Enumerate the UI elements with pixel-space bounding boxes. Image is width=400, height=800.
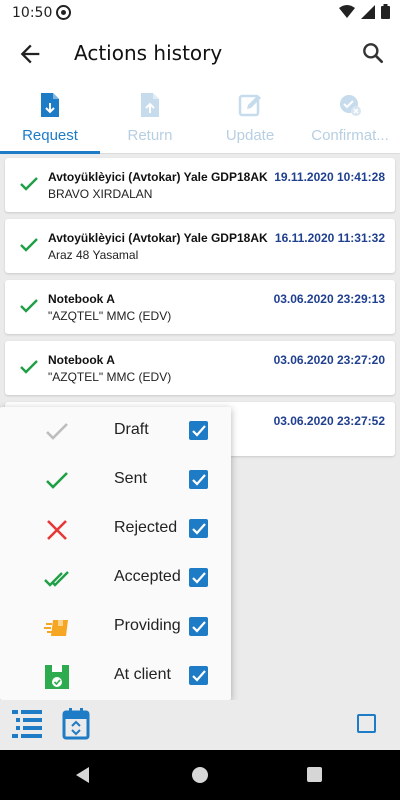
nav-home-icon[interactable] xyxy=(192,767,208,783)
item-location: Araz 48 Yasamal xyxy=(48,248,139,262)
list-item[interactable]: Avtoyüklèyici (Avtokar) Yale GDP18AK BRA… xyxy=(5,158,395,212)
delivery-box-icon xyxy=(44,620,68,636)
list-item[interactable]: Notebook A "AZQTEL" MMC (EDV) 03.06.2020… xyxy=(5,280,395,334)
filter-row-accepted[interactable]: Accepted xyxy=(0,554,231,603)
status-time: 10:50 xyxy=(12,5,53,21)
app-notification-icon xyxy=(56,5,71,20)
filter-label: Draft xyxy=(114,421,149,438)
filter-row-sent[interactable]: Sent xyxy=(0,456,231,505)
filter-checkbox[interactable] xyxy=(189,519,208,538)
sent-check-icon xyxy=(20,177,38,191)
item-date: 16.11.2020 11:31:32 xyxy=(274,231,385,245)
tab-request-label: Request xyxy=(22,127,78,144)
filter-checkbox[interactable] xyxy=(189,666,208,685)
tab-return-label: Return xyxy=(127,127,173,144)
filter-label: Rejected xyxy=(114,519,178,536)
signal-icon xyxy=(361,4,375,19)
item-name: Notebook A xyxy=(48,292,115,306)
filter-row-draft[interactable]: Draft xyxy=(0,407,231,456)
select-all-checkbox[interactable] xyxy=(357,714,376,733)
sent-check-icon xyxy=(20,360,38,374)
tab-bar: Request Return Update Confirmat... xyxy=(0,82,400,154)
battery-icon xyxy=(381,4,390,19)
item-location: "AZQTEL" MMC (EDV) xyxy=(48,309,172,323)
item-date: 03.06.2020 23:29:13 xyxy=(273,292,385,306)
item-name: Avtoyüklèyici (Avtokar) Yale GDP18AK xyxy=(48,231,268,245)
status-indicators xyxy=(339,4,390,19)
item-date: 03.06.2020 23:27:20 xyxy=(273,353,385,367)
status-bar: 10:50 xyxy=(0,0,400,26)
list-filter-icon[interactable] xyxy=(12,708,42,738)
filter-label: Accepted xyxy=(114,568,181,585)
page-title: Actions history xyxy=(74,41,223,65)
filter-checkbox[interactable] xyxy=(189,568,208,587)
list-item[interactable]: Notebook A "AZQTEL" MMC (EDV) 03.06.2020… xyxy=(5,341,395,395)
tab-confirmation-label: Confirmat... xyxy=(311,127,389,144)
tab-update-label: Update xyxy=(225,127,275,144)
sent-check-icon xyxy=(20,299,38,313)
item-name: Avtoyüklèyici (Avtokar) Yale GDP18AK xyxy=(48,170,268,184)
document-upload-icon xyxy=(141,93,159,117)
edit-icon xyxy=(238,94,261,117)
nav-back-icon[interactable] xyxy=(75,767,91,783)
sent-check-icon xyxy=(20,238,38,252)
filter-row-rejected[interactable]: Rejected xyxy=(0,505,231,554)
cross-red-icon xyxy=(47,520,67,540)
check-gray-icon xyxy=(46,423,68,440)
status-filter-panel: Draft Sent Rejected Accepted Providing A… xyxy=(0,407,231,700)
filter-row-providing[interactable]: Providing xyxy=(0,603,231,652)
app-bar: Actions history xyxy=(0,26,400,82)
filter-label: At client xyxy=(114,666,171,683)
document-download-icon xyxy=(41,93,59,117)
item-location: "AZQTEL" MMC (EDV) xyxy=(48,370,172,384)
tab-update[interactable]: Update xyxy=(200,82,300,153)
search-icon[interactable] xyxy=(360,40,386,66)
system-nav-bar xyxy=(0,750,400,800)
check-green-icon xyxy=(46,472,68,489)
filter-checkbox[interactable] xyxy=(189,470,208,489)
double-check-icon xyxy=(44,571,69,587)
active-tab-indicator xyxy=(0,151,100,154)
item-location: BRAVO XIRDALAN xyxy=(48,187,153,201)
list-item[interactable]: Avtoyüklèyici (Avtokar) Yale GDP18AK Ara… xyxy=(5,219,395,273)
item-name: Notebook A xyxy=(48,353,115,367)
back-arrow-icon[interactable] xyxy=(16,40,44,68)
filter-label: Sent xyxy=(114,470,147,487)
filter-label: Providing xyxy=(114,617,181,634)
item-date: 03.06.2020 23:27:52 xyxy=(273,414,385,428)
item-date: 19.11.2020 10:41:28 xyxy=(274,170,385,184)
filter-checkbox[interactable] xyxy=(189,617,208,636)
tab-return[interactable]: Return xyxy=(100,82,200,153)
nav-recents-icon[interactable] xyxy=(307,767,322,782)
filter-checkbox[interactable] xyxy=(189,421,208,440)
tab-confirmation[interactable]: Confirmat... xyxy=(300,82,400,153)
wifi-icon xyxy=(339,4,355,18)
bottom-toolbar xyxy=(0,700,400,750)
filter-row-at-client[interactable]: At client xyxy=(0,652,231,701)
tab-request[interactable]: Request xyxy=(0,82,100,154)
client-box-icon xyxy=(45,665,69,689)
calendar-sort-icon[interactable] xyxy=(62,708,90,740)
confirm-badge-icon xyxy=(340,95,361,116)
